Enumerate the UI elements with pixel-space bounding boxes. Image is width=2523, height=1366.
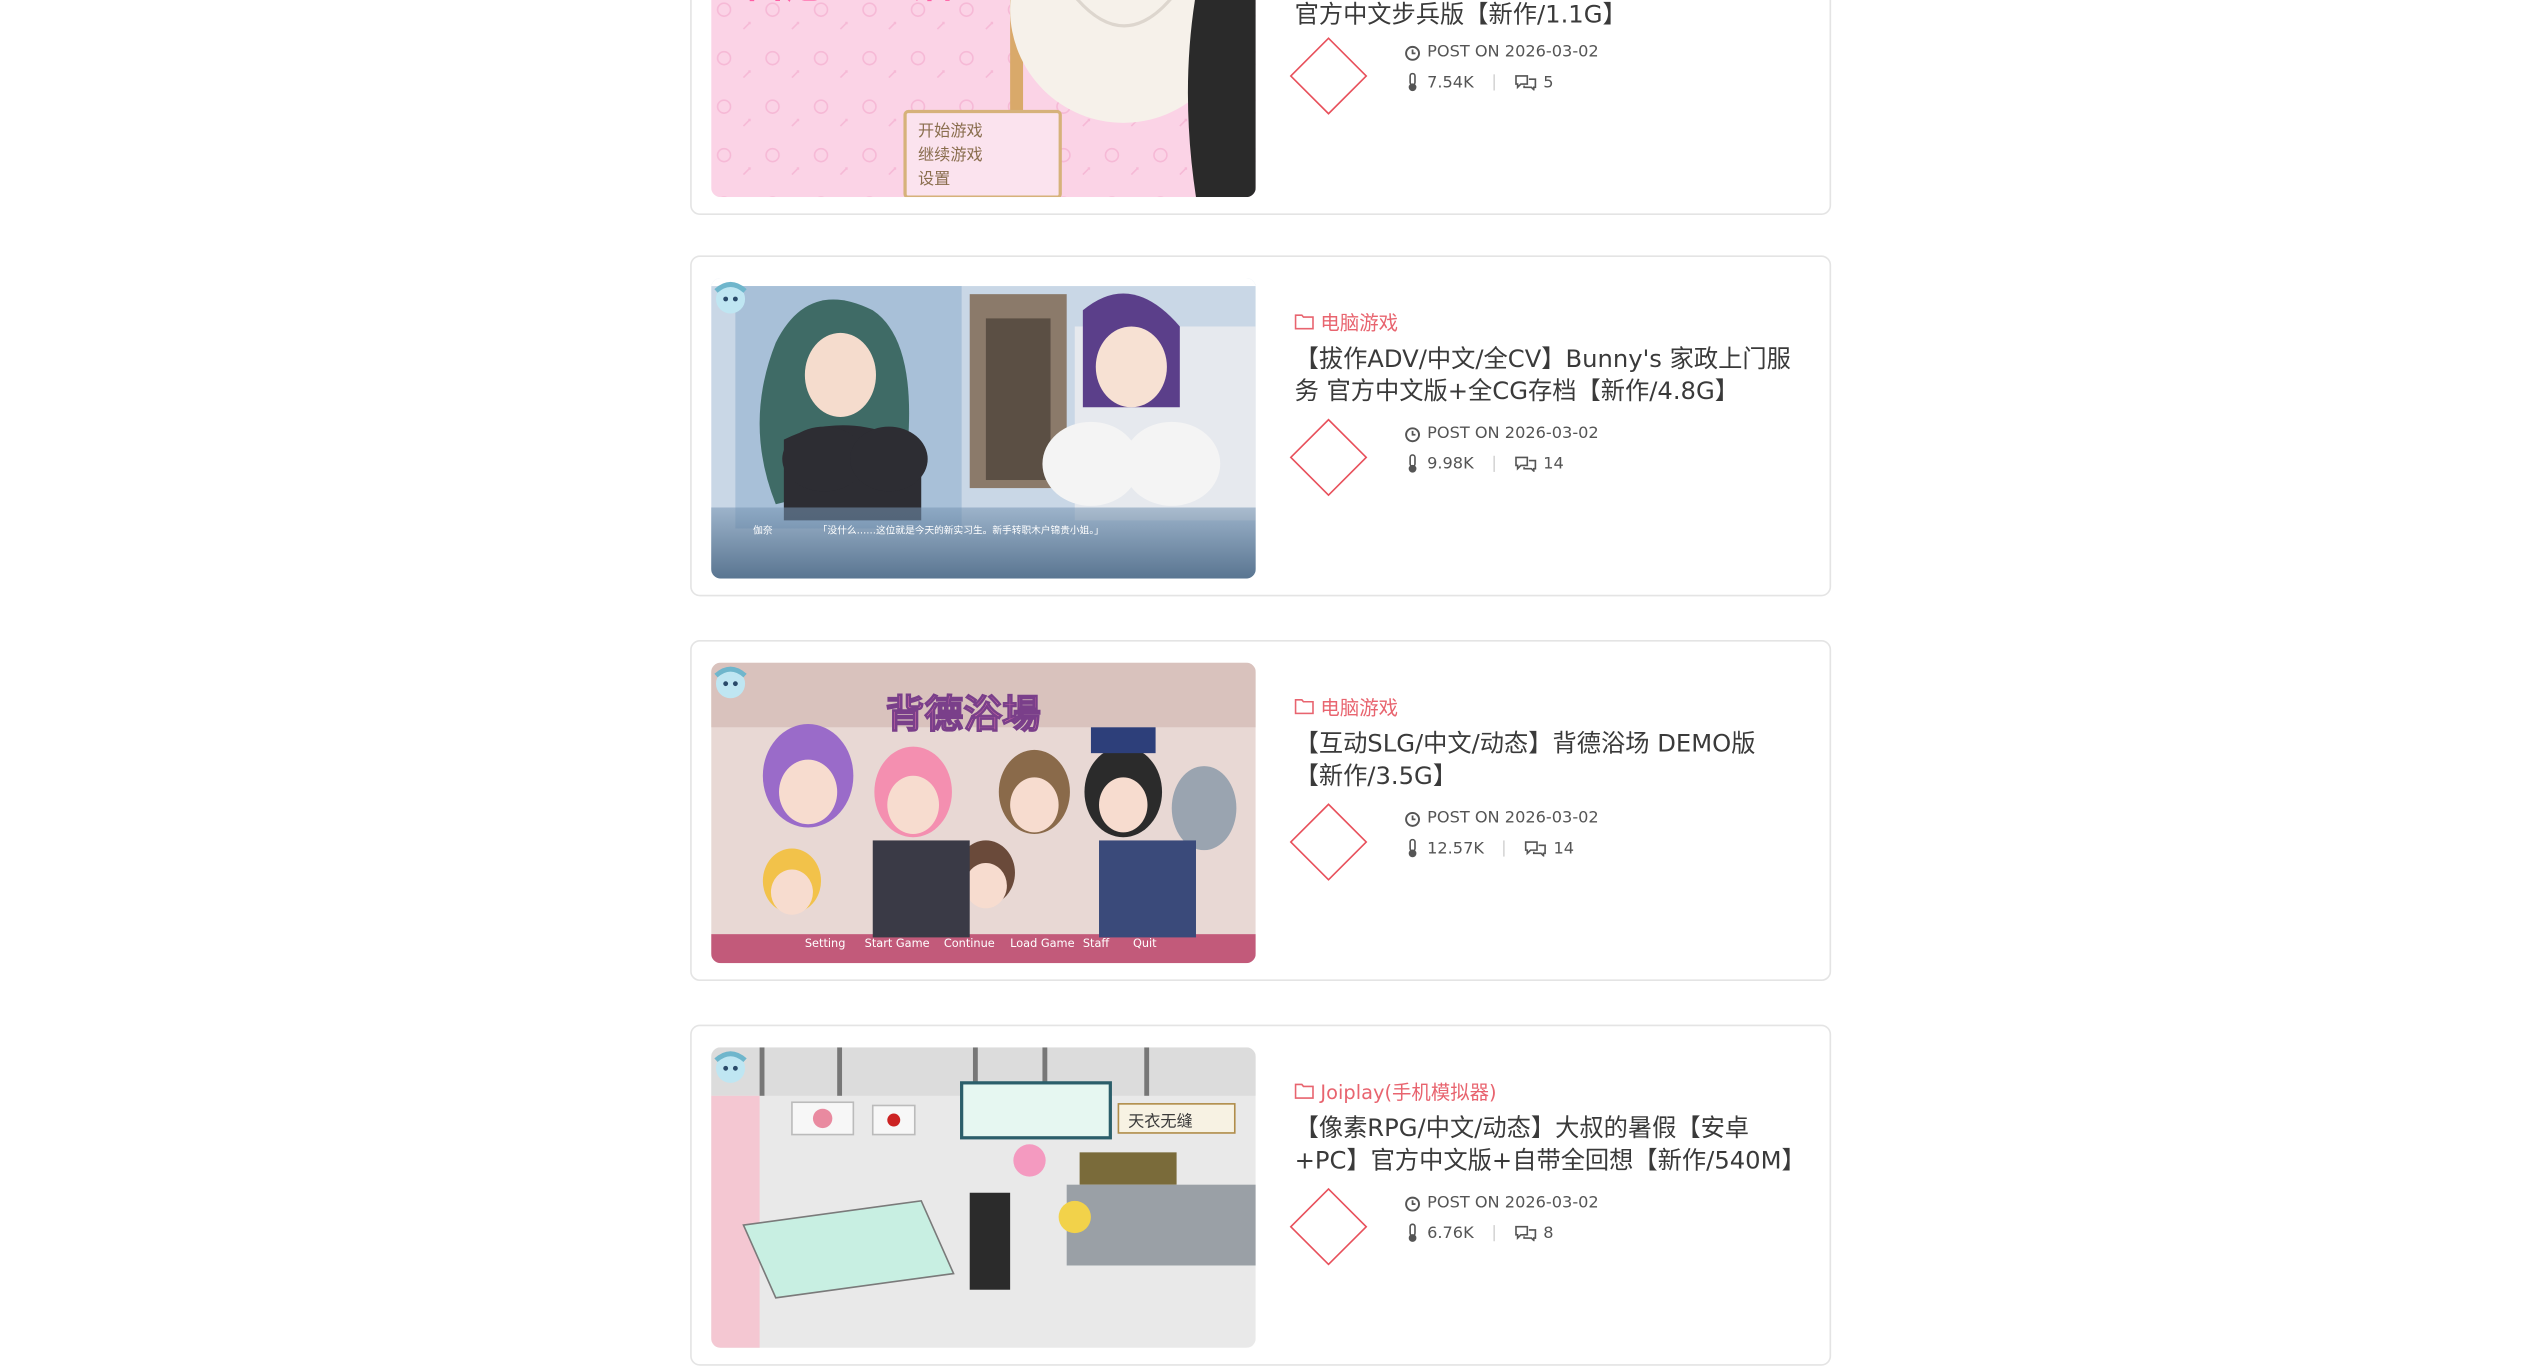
views-count: 6.76K xyxy=(1427,1224,1474,1243)
stats-divider xyxy=(1503,840,1505,857)
post-title[interactable]: 官方中文步兵版【新作/1.1G】 xyxy=(1295,0,1796,31)
post-thumbnail[interactable]: 伽奈 「没什么……这位就是今天的新实习生。新手转职木户锦贵小姐。」 xyxy=(711,277,1256,579)
post-card[interactable]: 自愿の生活 开始游戏 继续游戏 设置 官方中文步兵版【新作/1.1G】 POST… xyxy=(690,0,1832,215)
post-date-text: POST ON 2026-03-02 xyxy=(1427,1194,1599,1213)
post-date: POST ON 2026-03-02 xyxy=(1404,425,1599,443)
svg-text:自愿の生活: 自愿の生活 xyxy=(743,0,953,7)
author-avatar[interactable] xyxy=(1289,37,1368,115)
thumbnail-speaker: 伽奈 xyxy=(753,525,773,537)
comments-count: 14 xyxy=(1553,839,1575,858)
category-label[interactable]: 电脑游戏 xyxy=(1320,693,1398,720)
post-date-text: POST ON 2026-03-02 xyxy=(1427,425,1599,443)
views-count: 9.98K xyxy=(1427,454,1474,473)
post-title[interactable]: 【像素RPG/中文/动态】大叔的暑假【安卓+PC】官方中文版+自带全回想【新作/… xyxy=(1295,1112,1806,1177)
thumbnail-image: 背德浴場 xyxy=(711,662,1256,964)
stats-divider xyxy=(1493,74,1495,91)
folder-icon xyxy=(1294,311,1314,334)
author-avatar[interactable] xyxy=(1289,418,1368,497)
thumbnail-dialog-box: 伽奈 「没什么……这位就是今天的新实习生。新手转职木户锦贵小姐。」 xyxy=(711,507,1256,579)
thumbnail-logo: 背德浴場 xyxy=(886,692,1041,737)
post-thumbnail[interactable]: 天衣无缝 xyxy=(711,1047,1256,1348)
clock-icon xyxy=(1404,44,1420,60)
stats-divider xyxy=(1493,1225,1495,1242)
author-avatar[interactable] xyxy=(1289,1187,1368,1266)
thumbnail-sign: 天衣无缝 xyxy=(1128,1113,1193,1132)
thumbnail-dialog: 「没什么……这位就是今天的新实习生。新手转职木户锦贵小姐。」 xyxy=(817,525,1104,537)
stats-divider xyxy=(1493,455,1495,472)
site-mascot-icon xyxy=(714,282,747,314)
post-category[interactable]: 电脑游戏 xyxy=(1294,309,1398,336)
comments-count: 8 xyxy=(1543,1224,1554,1243)
thumbnail-menu-item: 设置 xyxy=(918,171,951,190)
post-category[interactable]: 电脑游戏 xyxy=(1294,693,1398,720)
category-label[interactable]: 电脑游戏 xyxy=(1320,309,1398,336)
thermometer-icon xyxy=(1404,1223,1420,1242)
comments-count: 14 xyxy=(1543,454,1564,473)
thumbnail-menu-item: Continue xyxy=(943,937,995,951)
post-stats: 7.54K 5 xyxy=(1404,72,1554,92)
site-mascot-icon xyxy=(714,666,747,699)
chat-bubbles-icon xyxy=(1524,840,1547,857)
author-avatar[interactable] xyxy=(1289,803,1368,881)
thermometer-icon xyxy=(1404,72,1420,92)
views-count: 12.57K xyxy=(1427,839,1484,858)
chat-bubbles-icon xyxy=(1514,1225,1537,1242)
post-stats: 6.76K 8 xyxy=(1404,1223,1553,1242)
clock-icon xyxy=(1404,811,1420,827)
post-category[interactable]: Joiplay(手机模拟器) xyxy=(1294,1078,1497,1105)
folder-icon xyxy=(1294,1080,1314,1103)
post-thumbnail[interactable]: 自愿の生活 开始游戏 继续游戏 设置 xyxy=(711,0,1256,198)
post-list: 自愿の生活 开始游戏 继续游戏 设置 官方中文步兵版【新作/1.1G】 POST… xyxy=(0,0,2523,1366)
post-card[interactable]: 天衣无缝 Joiplay(手机模拟器) 【像素RPG/中文/动态】大叔的暑假【安… xyxy=(690,1024,1832,1366)
thumbnail-image xyxy=(711,1047,1256,1348)
clock-icon xyxy=(1404,1195,1420,1211)
post-thumbnail[interactable]: 背德浴場 Setting Start Game Continue Load Ga… xyxy=(711,662,1256,964)
post-stats: 9.98K 14 xyxy=(1404,454,1564,473)
comments-count: 5 xyxy=(1543,73,1554,92)
post-date: POST ON 2026-03-02 xyxy=(1404,43,1599,62)
post-stats: 12.57K 14 xyxy=(1404,838,1575,858)
post-date: POST ON 2026-03-02 xyxy=(1404,809,1599,828)
thermometer-icon xyxy=(1404,838,1420,858)
thumbnail-menu-item: Staff xyxy=(1082,937,1110,951)
post-title[interactable]: 【互动SLG/中文/动态】背德浴场 DEMO版【新作/3.5G】 xyxy=(1295,727,1796,792)
thumbnail-menu-item: Setting xyxy=(804,937,846,951)
post-date-text: POST ON 2026-03-02 xyxy=(1427,809,1599,828)
post-date: POST ON 2026-03-02 xyxy=(1404,1194,1599,1213)
chat-bubbles-icon xyxy=(1514,74,1537,91)
chat-bubbles-icon xyxy=(1514,456,1537,472)
views-count: 7.54K xyxy=(1427,73,1474,92)
thumbnail-menu-item: Load Game xyxy=(1010,937,1075,951)
thumbnail-menu-item: Quit xyxy=(1132,937,1157,951)
thumbnail-image: 自愿の生活 xyxy=(711,0,1256,198)
post-card[interactable]: 伽奈 「没什么……这位就是今天的新实习生。新手转职木户锦贵小姐。」 电脑游戏 【… xyxy=(690,255,1832,597)
post-date-text: POST ON 2026-03-02 xyxy=(1427,43,1599,62)
category-label[interactable]: Joiplay(手机模拟器) xyxy=(1320,1078,1496,1105)
clock-icon xyxy=(1404,426,1420,442)
folder-icon xyxy=(1294,696,1314,719)
thumbnail-menu-item: 继续游戏 xyxy=(918,147,983,165)
thumbnail-menu-item: Start Game xyxy=(864,937,930,951)
thermometer-icon xyxy=(1404,454,1420,473)
post-card[interactable]: 背德浴場 Setting Start Game Continue Load Ga… xyxy=(690,640,1832,982)
site-mascot-icon xyxy=(714,1051,747,1083)
post-title[interactable]: 【拔作ADV/中文/全CV】Bunny's 家政上门服务 官方中文版+全CG存档… xyxy=(1295,343,1796,408)
thumbnail-menu-item: 开始游戏 xyxy=(918,122,983,141)
